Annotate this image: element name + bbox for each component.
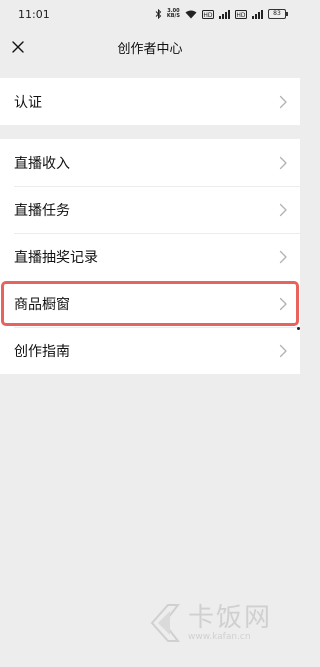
cellular-signal-icon [219,9,230,19]
nav-bar: 创作者中心 [0,28,300,66]
status-icons: 3.00 KB/S HD HD 83 [155,8,288,19]
svg-text:HD: HD [236,12,246,19]
menu-item-label: 创作指南 [14,343,70,360]
svg-text:HD: HD [203,12,213,19]
cellular-signal-2-icon [252,9,263,19]
chevron-right-icon [279,203,287,216]
menu-item-label: 直播收入 [14,155,70,172]
network-speed: 3.00 KB/S [166,8,180,19]
menu-item-label: 直播抽奖记录 [14,249,98,266]
menu-item-verification[interactable]: 认证 [0,78,300,125]
hd-signal-2-icon: HD [235,9,247,19]
status-bar: 11:01 3.00 KB/S HD HD 83 [0,0,300,28]
menu-item-live-tasks[interactable]: 直播任务 [0,186,300,233]
menu-item-label: 直播任务 [14,202,70,219]
chevron-right-icon [279,95,287,108]
watermark-url: www.kafan.cn [188,632,251,642]
chevron-right-icon [279,250,287,263]
page-title: 创作者中心 [117,41,183,57]
menu-item-product-showcase[interactable]: 商品橱窗 [0,280,300,327]
close-icon [12,41,24,53]
status-time: 11:01 [18,7,50,21]
menu-item-creation-guide[interactable]: 创作指南 [0,327,300,374]
chevron-right-icon [279,344,287,357]
bluetooth-icon [155,9,162,19]
wifi-icon [185,10,197,18]
menu-group-main: 直播收入 直播任务 直播抽奖记录 商品橱窗 创作指南 [0,139,300,374]
menu-item-label: 商品橱窗 [14,296,70,313]
hd-signal-icon: HD [202,9,214,19]
chevron-right-icon [279,297,287,310]
menu-item-live-lottery-records[interactable]: 直播抽奖记录 [0,233,300,280]
watermark: 卡饭网 www.kafan.cn [148,603,272,643]
menu-group-verification: 认证 [0,78,300,125]
chevron-right-icon [279,156,287,169]
kafan-logo-icon [150,604,181,642]
menu-item-live-income[interactable]: 直播收入 [0,139,300,186]
edge-dot [297,327,300,330]
watermark-name: 卡饭网 [188,603,273,633]
menu-item-label: 认证 [14,94,42,111]
close-button[interactable] [6,35,30,59]
battery-icon: 83 [268,9,288,19]
